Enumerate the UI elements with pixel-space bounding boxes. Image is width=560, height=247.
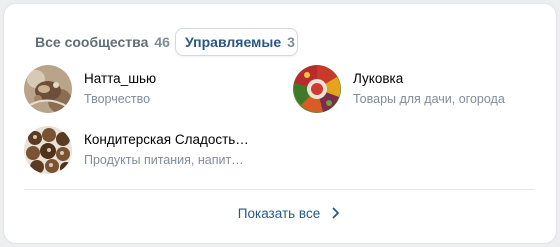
divider	[24, 189, 535, 190]
communities-card: Все сообщества 46 Управляемые 3 Натта_шь…	[4, 4, 556, 243]
chevron-right-icon	[332, 207, 340, 219]
group-category: Творчество	[84, 92, 151, 106]
group-name[interactable]: Луковка	[353, 70, 525, 88]
show-all-label: Показать все	[237, 205, 321, 221]
group-category: Продукты питания, напит…	[84, 153, 244, 167]
tab-managed-count: 3	[287, 34, 295, 50]
tab-all-communities[interactable]: Все сообщества 46	[26, 28, 171, 56]
group-name[interactable]: Кондитерская Сладость…	[84, 131, 256, 149]
tab-managed-communities[interactable]: Управляемые 3	[175, 28, 298, 56]
tab-all-label: Все сообщества	[35, 34, 149, 50]
group-avatar-vegetables[interactable]	[293, 65, 341, 113]
group-item-natta[interactable]: Натта_шью Творчество	[24, 65, 264, 113]
group-name[interactable]: Натта_шью	[84, 70, 256, 88]
group-avatar-sewing[interactable]	[24, 65, 72, 113]
group-avatar-candies[interactable]	[24, 126, 72, 174]
group-item-lukovka[interactable]: Луковка Товары для дачи, огорода	[293, 65, 533, 113]
tab-all-count: 46	[154, 34, 170, 50]
show-all-button[interactable]: Показать все	[4, 202, 556, 224]
tab-managed-label: Управляемые	[185, 34, 282, 50]
group-item-konditerskaya[interactable]: Кондитерская Сладость… Продукты питания,…	[24, 126, 264, 174]
group-category: Товары для дачи, огорода	[353, 92, 505, 106]
